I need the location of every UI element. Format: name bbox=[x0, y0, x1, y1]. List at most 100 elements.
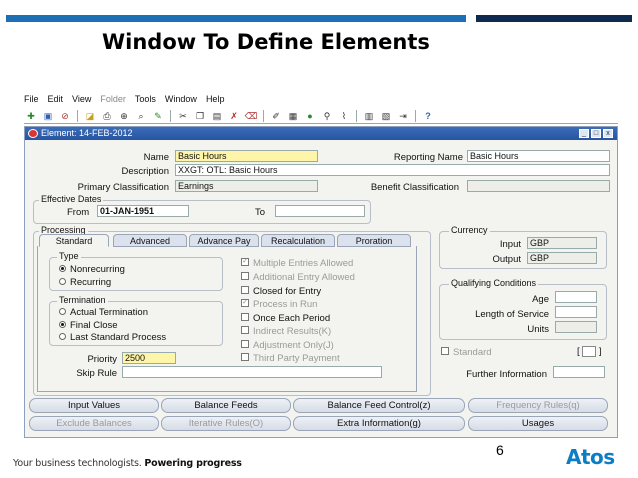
slide-top-bar-navy bbox=[476, 15, 632, 22]
cut-icon[interactable]: ✂ bbox=[176, 110, 190, 122]
name-label: Name bbox=[143, 152, 169, 163]
benefit-classification-label: Benefit Classification bbox=[370, 182, 459, 193]
radio-nonrecurring[interactable]: Nonrecurring bbox=[59, 264, 125, 275]
to-date-field[interactable] bbox=[275, 205, 365, 217]
menu-view[interactable]: View bbox=[72, 94, 91, 104]
new-icon[interactable]: ✚ bbox=[24, 110, 38, 122]
checkbox-empty-icon bbox=[241, 272, 249, 281]
maximize-button[interactable]: □ bbox=[591, 129, 601, 138]
length-of-service-field[interactable] bbox=[555, 306, 597, 318]
input-values-button[interactable]: Input Values bbox=[29, 398, 159, 413]
menu-window[interactable]: Window bbox=[165, 94, 197, 104]
radio-empty-icon bbox=[59, 332, 66, 340]
exit-icon[interactable]: ⇥ bbox=[396, 110, 410, 122]
radio-actual-termination[interactable]: Actual Termination bbox=[59, 307, 148, 318]
reporting-name-field[interactable]: Basic Hours bbox=[467, 150, 610, 162]
checkbox-process-in-run[interactable]: ✓ Process in Run bbox=[241, 299, 317, 310]
radio-label: Nonrecurring bbox=[70, 264, 125, 275]
record-icon[interactable]: ▧ bbox=[379, 110, 393, 122]
descriptive-flexfield[interactable]: [ ] bbox=[577, 346, 602, 357]
checkbox-empty-icon bbox=[241, 313, 249, 322]
radio-label: Actual Termination bbox=[70, 307, 148, 318]
find-icon[interactable]: ⌕ bbox=[134, 110, 148, 122]
pen-icon[interactable]: ✐ bbox=[269, 110, 283, 122]
from-date-field[interactable]: 01-JAN-1951 bbox=[97, 205, 189, 217]
exclude-balances-button[interactable]: Exclude Balances bbox=[29, 416, 159, 431]
slide-top-bar-blue bbox=[6, 15, 466, 22]
footer-text: Your business technologists. bbox=[13, 458, 142, 469]
clear-icon[interactable]: ✗ bbox=[227, 110, 241, 122]
to-label: To bbox=[255, 207, 266, 218]
checkbox-closed-for-entry[interactable]: Closed for Entry bbox=[241, 286, 321, 297]
checkbox-label: Third Party Payment bbox=[253, 353, 340, 364]
primary-classification-field[interactable]: Earnings bbox=[175, 180, 318, 192]
name-field[interactable]: Basic Hours bbox=[175, 150, 318, 162]
minimize-button[interactable]: _ bbox=[579, 129, 589, 138]
checkbox-additional-entry[interactable]: Additional Entry Allowed bbox=[241, 272, 355, 283]
paste-icon[interactable]: ▤ bbox=[210, 110, 224, 122]
footer-bold: Powering progress bbox=[144, 458, 242, 469]
print-icon[interactable]: ⎙ bbox=[100, 110, 114, 122]
checkbox-label: Multiple Entries Allowed bbox=[253, 258, 354, 269]
copy-icon[interactable]: ❐ bbox=[193, 110, 207, 122]
toolbar-separator bbox=[415, 109, 416, 122]
further-information-label: Further Information bbox=[466, 369, 547, 380]
radio-final-close[interactable]: Final Close bbox=[59, 320, 118, 331]
checkbox-empty-icon bbox=[241, 340, 249, 349]
toolbar-separator bbox=[170, 109, 171, 122]
checkbox-label: Standard bbox=[453, 347, 492, 358]
type-label: Type bbox=[57, 251, 81, 261]
priority-field[interactable]: 2500 bbox=[122, 352, 176, 364]
checkbox-label: Additional Entry Allowed bbox=[253, 272, 355, 283]
delete-icon[interactable]: ⌫ bbox=[244, 110, 258, 122]
balance-feeds-button[interactable]: Balance Feeds bbox=[161, 398, 291, 413]
checkbox-empty-icon bbox=[441, 347, 449, 356]
open-folder-icon[interactable]: ◪ bbox=[83, 110, 97, 122]
extra-information-button[interactable]: Extra Information(g) bbox=[293, 416, 465, 431]
checkbox-empty-icon bbox=[241, 353, 249, 362]
footer-tagline: Your business technologists. Powering pr… bbox=[13, 458, 242, 469]
save-icon[interactable]: ▣ bbox=[41, 110, 55, 122]
zoom-icon[interactable]: ⊕ bbox=[117, 110, 131, 122]
termination-label: Termination bbox=[57, 295, 108, 305]
folder-tools-icon[interactable]: ▦ bbox=[286, 110, 300, 122]
menu-folder[interactable]: Folder bbox=[100, 94, 126, 104]
balance-feed-control-button[interactable]: Balance Feed Control(z) bbox=[293, 398, 465, 413]
checkbox-adjustment-only[interactable]: Adjustment Only(J) bbox=[241, 340, 334, 351]
navigate-icon[interactable]: ⊘ bbox=[58, 110, 72, 122]
radio-last-standard-process[interactable]: Last Standard Process bbox=[59, 332, 166, 343]
menu-help[interactable]: Help bbox=[206, 94, 225, 104]
menu-tools[interactable]: Tools bbox=[135, 94, 156, 104]
usages-button[interactable]: Usages bbox=[468, 416, 608, 431]
radio-recurring[interactable]: Recurring bbox=[59, 277, 111, 288]
description-field[interactable]: XXGT: OTL: Basic Hours bbox=[175, 164, 610, 176]
checkbox-third-party-payment[interactable]: Third Party Payment bbox=[241, 353, 340, 364]
output-currency-field[interactable]: GBP bbox=[527, 252, 597, 264]
checkbox-standard[interactable]: Standard bbox=[441, 347, 492, 358]
skip-rule-field[interactable] bbox=[122, 366, 382, 378]
link-icon[interactable]: ⚲ bbox=[320, 110, 334, 122]
frequency-rules-button[interactable]: Frequency Rules(q) bbox=[468, 398, 608, 413]
age-field[interactable] bbox=[555, 291, 597, 303]
calendar-icon[interactable]: ▥ bbox=[362, 110, 376, 122]
help-icon[interactable]: ? bbox=[421, 110, 435, 122]
globe-icon[interactable]: ● bbox=[303, 110, 317, 122]
checkbox-checked-icon: ✓ bbox=[241, 299, 249, 308]
input-currency-field[interactable]: GBP bbox=[527, 237, 597, 249]
checkbox-label: Adjustment Only(J) bbox=[253, 340, 334, 351]
checkbox-once-each-period[interactable]: Once Each Period bbox=[241, 313, 330, 324]
further-information-field[interactable] bbox=[553, 366, 605, 378]
close-button[interactable]: x bbox=[603, 129, 613, 138]
radio-label: Last Standard Process bbox=[70, 332, 167, 343]
element-window: Element: 14-FEB-2012 _ □ x Name Basic Ho… bbox=[24, 126, 618, 438]
benefit-classification-field[interactable] bbox=[467, 180, 610, 192]
checkbox-multiple-entries[interactable]: ✓ Multiple Entries Allowed bbox=[241, 258, 353, 269]
checkbox-indirect-results[interactable]: Indirect Results(K) bbox=[241, 326, 331, 337]
menu-file[interactable]: File bbox=[24, 94, 39, 104]
menu-edit[interactable]: Edit bbox=[48, 94, 64, 104]
attach-icon[interactable]: ⌇ bbox=[337, 110, 351, 122]
units-field[interactable] bbox=[555, 321, 597, 333]
edit-icon[interactable]: ✎ bbox=[151, 110, 165, 122]
checkbox-label: Process in Run bbox=[253, 299, 318, 310]
iterative-rules-button[interactable]: Iterative Rules(O) bbox=[161, 416, 291, 431]
